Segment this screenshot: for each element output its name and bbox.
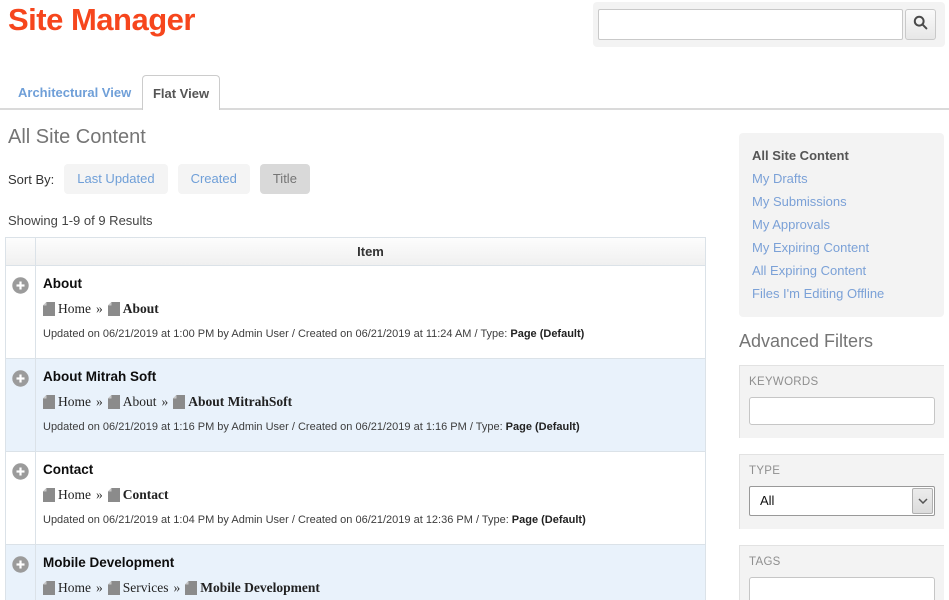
sidebar: All Site Content My Drafts My Submission…: [739, 133, 944, 600]
breadcrumb-separator: »: [96, 301, 103, 317]
keywords-input[interactable]: [749, 397, 935, 425]
type-select[interactable]: All: [749, 486, 935, 516]
breadcrumb-item[interactable]: Contact: [108, 487, 169, 503]
breadcrumb-separator: »: [96, 394, 103, 410]
item-type: Page (Default): [512, 514, 586, 526]
tab-flat-view[interactable]: Flat View: [142, 75, 220, 110]
row-actions-cell: [6, 359, 36, 451]
breadcrumb-item[interactable]: Services: [108, 580, 169, 596]
sidebar-item-files-editing-offline[interactable]: Files I'm Editing Offline: [752, 282, 931, 305]
breadcrumb-item[interactable]: About MitrahSoft: [173, 394, 292, 410]
advanced-filters-heading: Advanced Filters: [739, 331, 944, 352]
keywords-filter: KEYWORDS: [739, 365, 944, 438]
type-label: TYPE: [749, 465, 935, 477]
page-icon: [185, 581, 197, 595]
breadcrumb-separator: »: [96, 487, 103, 503]
row-content: Contact Home » Contact Updated on 06/21/…: [36, 452, 705, 544]
search-icon: [913, 15, 928, 35]
breadcrumb: Home » Services » Mobile Development: [43, 580, 695, 596]
breadcrumb-separator: »: [173, 580, 180, 596]
breadcrumb-item[interactable]: Home: [43, 580, 91, 596]
page-icon: [43, 581, 55, 595]
sort-by-label: Sort By:: [8, 172, 54, 187]
expand-plus-icon[interactable]: [12, 560, 29, 577]
item-title[interactable]: About: [43, 276, 695, 291]
row-content: About Home » About Updated on 06/21/2019…: [36, 266, 705, 358]
table-header: Item: [6, 238, 705, 266]
keywords-label: KEYWORDS: [749, 376, 935, 388]
sidebar-item-my-submissions[interactable]: My Submissions: [752, 190, 931, 213]
row-actions-cell: [6, 545, 36, 600]
content-nav-panel: All Site Content My Drafts My Submission…: [739, 133, 944, 317]
table-row: About Home » About Updated on 06/21/2019…: [6, 266, 705, 359]
sort-created-button[interactable]: Created: [178, 164, 250, 194]
breadcrumb-item[interactable]: About: [108, 394, 157, 410]
sidebar-item-all-expiring-content[interactable]: All Expiring Content: [752, 259, 931, 282]
sidebar-item-my-drafts[interactable]: My Drafts: [752, 167, 931, 190]
breadcrumb-item[interactable]: Home: [43, 394, 91, 410]
sort-controls: Sort By: Last Updated Created Title: [8, 164, 706, 194]
page-icon: [108, 395, 120, 409]
main-content: All Site Content Sort By: Last Updated C…: [5, 119, 706, 600]
sidebar-item-my-expiring-content[interactable]: My Expiring Content: [752, 236, 931, 259]
sort-last-updated-button[interactable]: Last Updated: [64, 164, 167, 194]
expand-plus-icon[interactable]: [12, 281, 29, 298]
site-manager-app: Site Manager Architectural View Flat Vie…: [0, 0, 949, 600]
type-select-value: All: [750, 487, 911, 515]
tags-input[interactable]: [749, 577, 935, 600]
page-icon: [108, 488, 120, 502]
page-icon: [173, 395, 185, 409]
item-title[interactable]: Contact: [43, 462, 695, 477]
breadcrumb: Home » About: [43, 301, 695, 317]
tags-label: TAGS: [749, 556, 935, 568]
search-input[interactable]: [598, 9, 903, 40]
content-table: Item About Home » About Updated on 06/: [5, 237, 706, 600]
breadcrumb-separator: »: [162, 394, 169, 410]
expand-plus-icon[interactable]: [12, 374, 29, 391]
page-title: Site Manager: [8, 2, 195, 38]
breadcrumb: Home » About » About MitrahSoft: [43, 394, 695, 410]
breadcrumb: Home » Contact: [43, 487, 695, 503]
breadcrumb-item[interactable]: About: [108, 301, 159, 317]
search-panel: [593, 2, 945, 47]
breadcrumb-separator: »: [96, 580, 103, 596]
chevron-down-icon: [912, 488, 933, 514]
table-row: About Mitrah Soft Home » About » About M…: [6, 359, 705, 452]
item-title[interactable]: Mobile Development: [43, 555, 695, 570]
type-filter: TYPE All: [739, 454, 944, 529]
item-meta: Updated on 06/21/2019 at 1:16 PM by Admi…: [43, 421, 695, 433]
sidebar-item-all-site-content: All Site Content: [752, 144, 931, 167]
page-icon: [43, 488, 55, 502]
breadcrumb-item[interactable]: Mobile Development: [185, 580, 320, 596]
content-heading: All Site Content: [8, 126, 706, 149]
row-content: Mobile Development Home » Services » Mob…: [36, 545, 705, 600]
tags-filter: TAGS: [739, 545, 944, 600]
table-row: Contact Home » Contact Updated on 06/21/…: [6, 452, 705, 545]
expand-plus-icon[interactable]: [12, 467, 29, 484]
item-title[interactable]: About Mitrah Soft: [43, 369, 695, 384]
tab-architectural-view[interactable]: Architectural View: [18, 85, 131, 100]
page-icon: [43, 395, 55, 409]
sort-title-button[interactable]: Title: [260, 164, 310, 194]
item-type: Page (Default): [510, 328, 584, 340]
table-row: Mobile Development Home » Services » Mob…: [6, 545, 705, 600]
item-meta: Updated on 06/21/2019 at 1:00 PM by Admi…: [43, 328, 695, 340]
row-actions-cell: [6, 452, 36, 544]
breadcrumb-item[interactable]: Home: [43, 301, 91, 317]
table-header-actions-cell: [6, 238, 36, 265]
row-actions-cell: [6, 266, 36, 358]
item-type: Page (Default): [506, 421, 580, 433]
row-content: About Mitrah Soft Home » About » About M…: [36, 359, 705, 451]
page-icon: [108, 581, 120, 595]
page-icon: [108, 302, 120, 316]
breadcrumb-item[interactable]: Home: [43, 487, 91, 503]
table-header-item: Item: [36, 238, 705, 265]
search-button[interactable]: [905, 9, 936, 40]
results-summary: Showing 1-9 of 9 Results: [8, 213, 706, 228]
page-icon: [43, 302, 55, 316]
sidebar-item-my-approvals[interactable]: My Approvals: [752, 213, 931, 236]
item-meta: Updated on 06/21/2019 at 1:04 PM by Admi…: [43, 514, 695, 526]
